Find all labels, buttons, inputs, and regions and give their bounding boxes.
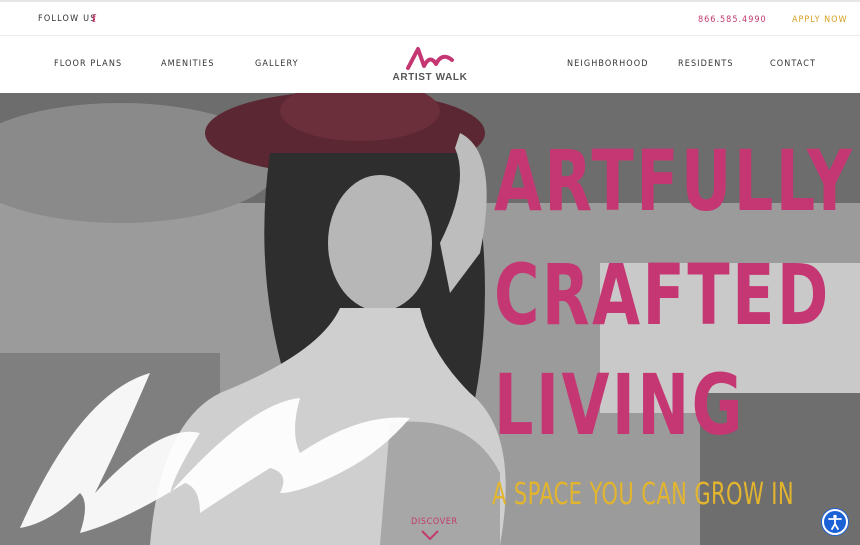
hero-banner: ARTFULLY CRAFTED LIVING A SPACE YOU CAN … xyxy=(0,93,860,545)
phone-link[interactable]: 866.585.4990 xyxy=(698,15,767,25)
chevron-down-icon[interactable] xyxy=(420,529,440,541)
logo-text: ARTIST WALK xyxy=(392,72,468,83)
nav-neighborhood[interactable]: NEIGHBORHOOD xyxy=(567,59,649,69)
nav-residents[interactable]: RESIDENTS xyxy=(678,59,734,69)
hero-tagline: A SPACE YOU CAN GROW IN xyxy=(492,477,795,512)
logo-mark-icon xyxy=(406,47,454,70)
headline-line-2: CRAFTED xyxy=(494,246,831,344)
discover-label[interactable]: DISCOVER xyxy=(411,517,458,527)
main-nav: FLOOR PLANS AMENITIES GALLERY ARTIST WAL… xyxy=(0,36,860,93)
follow-us-label: FOLLOW US xyxy=(38,14,97,24)
nav-amenities[interactable]: AMENITIES xyxy=(161,59,215,69)
headline-line-3: LIVING xyxy=(494,356,745,454)
nav-gallery[interactable]: GALLERY xyxy=(255,59,299,69)
site-logo[interactable]: ARTIST WALK xyxy=(386,44,476,90)
nav-contact[interactable]: CONTACT xyxy=(770,59,816,69)
nav-floor-plans[interactable]: FLOOR PLANS xyxy=(54,59,122,69)
apply-now-link[interactable]: APPLY NOW xyxy=(792,15,848,25)
facebook-icon[interactable]: f xyxy=(92,11,96,26)
headline-line-1: ARTFULLY xyxy=(494,132,855,230)
top-utility-bar: FOLLOW US f 866.585.4990 APPLY NOW xyxy=(0,0,860,36)
accessibility-icon[interactable] xyxy=(822,509,848,535)
